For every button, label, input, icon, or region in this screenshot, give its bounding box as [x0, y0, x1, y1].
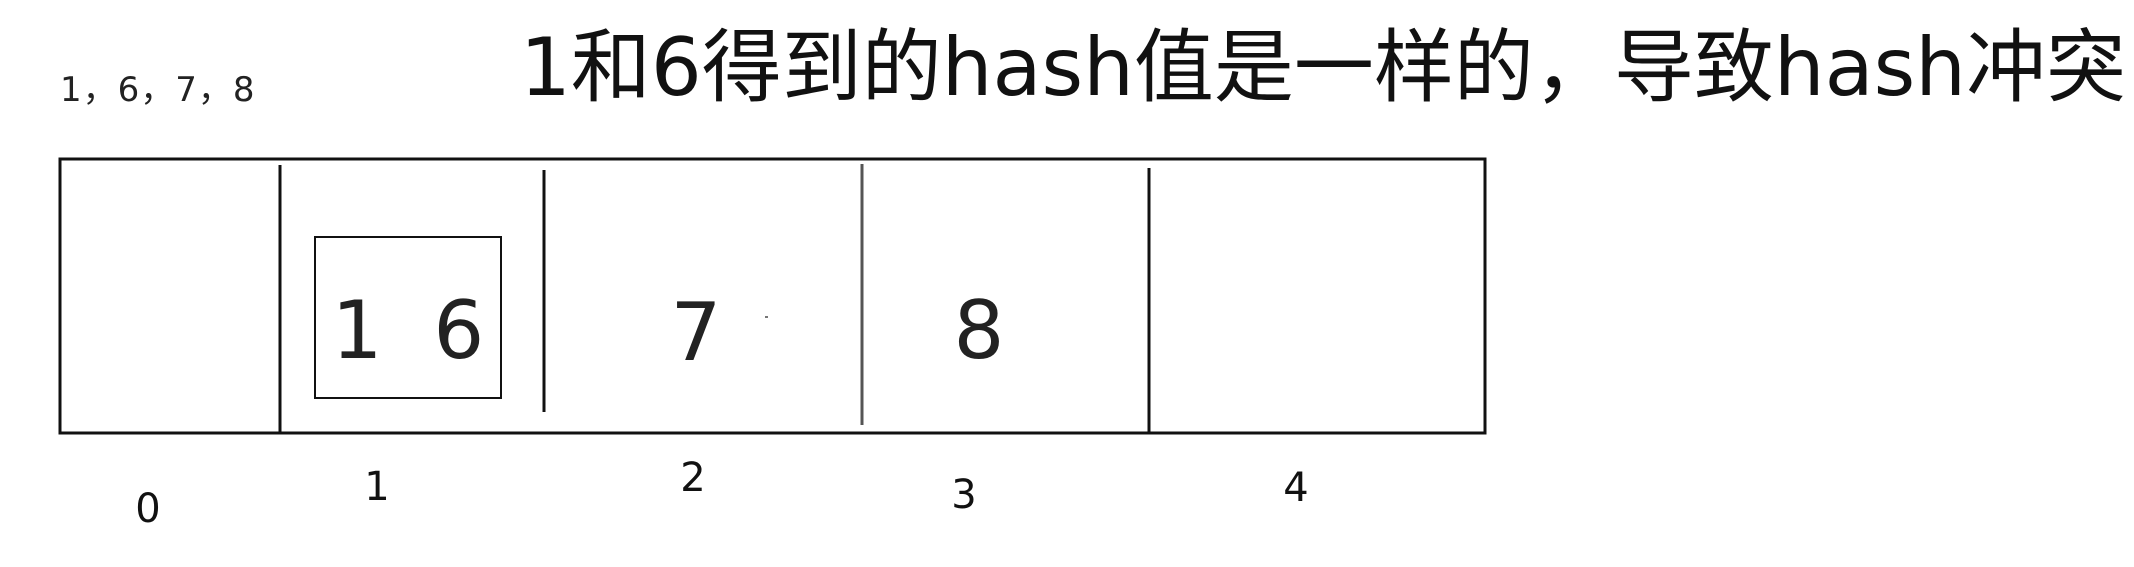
- slot-index-4: 4: [1283, 465, 1308, 511]
- slot-1-content: 1 6: [332, 284, 485, 377]
- slot-index-3: 3: [951, 472, 976, 518]
- slot-2-content: 7: [671, 286, 722, 379]
- hash-table-outline: [58, 157, 1487, 435]
- slot-index-1: 1: [364, 464, 389, 510]
- slot-index-0: 0: [135, 486, 160, 532]
- hash-table-diagram: 1 6 7 8 0 1 2 3 4: [58, 157, 1487, 532]
- slot-index-2: 2: [680, 455, 705, 501]
- slot-3-content: 8: [954, 284, 1005, 377]
